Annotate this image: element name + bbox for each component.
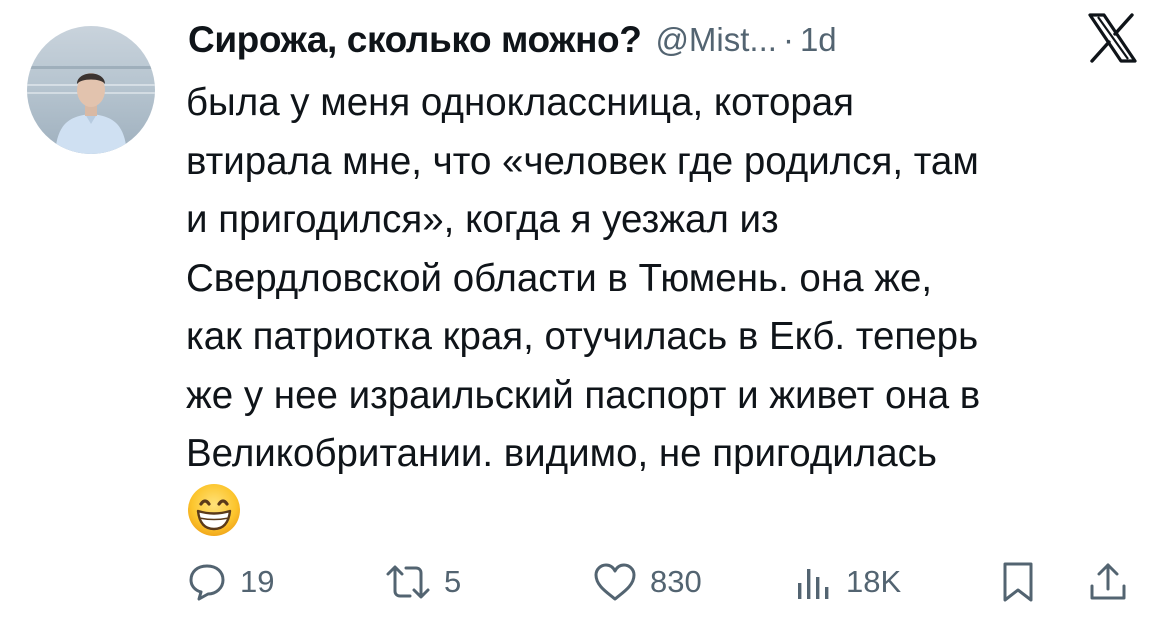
repost-count: 5: [444, 564, 462, 599]
post-time[interactable]: 1d: [800, 21, 837, 59]
share-button[interactable]: [1086, 552, 1130, 612]
views-button[interactable]: 18K: [794, 552, 901, 612]
like-count: 830: [650, 564, 702, 599]
like-button[interactable]: 830: [592, 552, 702, 612]
x-logo-icon[interactable]: [1086, 12, 1138, 64]
avatar[interactable]: [27, 26, 155, 154]
grinning-face-emoji: [186, 482, 242, 538]
avatar-photo: [27, 26, 155, 154]
reply-count: 19: [240, 564, 275, 599]
repost-icon: [384, 561, 432, 603]
views-icon: [794, 561, 834, 603]
reply-icon: [186, 561, 228, 603]
tweet-text: была у меня одноклассница, которая втира…: [186, 81, 981, 475]
heart-icon: [592, 561, 638, 603]
author-display-name[interactable]: Сирожа, сколько можно?: [188, 19, 642, 61]
separator-dot: ·: [782, 21, 794, 58]
share-icon: [1086, 560, 1130, 604]
views-count: 18K: [846, 564, 902, 599]
bookmark-icon: [998, 560, 1038, 604]
tweet-header: Сирожа, сколько можно? @Mist... · 1d: [188, 14, 837, 66]
reply-button[interactable]: 19: [186, 552, 274, 612]
tweet-actions: 19 5 830 18K: [186, 552, 1141, 612]
repost-button[interactable]: 5: [384, 552, 461, 612]
bookmark-button[interactable]: [998, 552, 1038, 612]
author-handle[interactable]: @Mist...: [655, 21, 777, 59]
